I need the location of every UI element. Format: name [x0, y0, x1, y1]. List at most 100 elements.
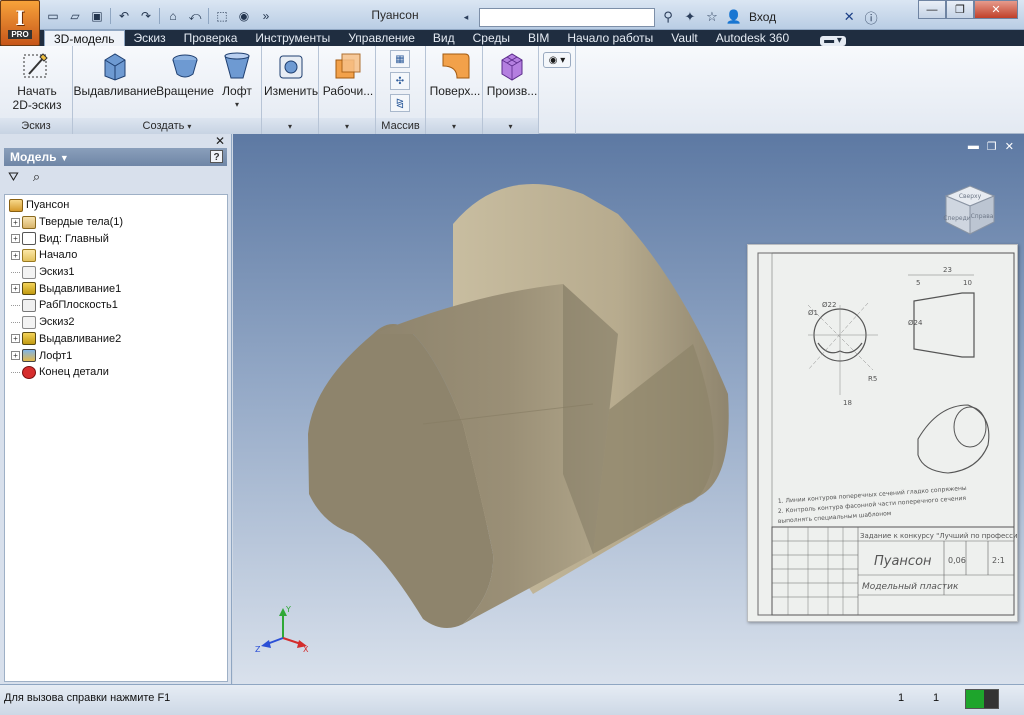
redo-icon[interactable]: ↷: [137, 8, 155, 24]
save-icon[interactable]: ▣: [88, 8, 106, 24]
doc-restore-icon[interactable]: ❐: [987, 140, 997, 153]
modify-panel-dropdown[interactable]: ▾: [262, 118, 318, 134]
ribbon-overflow-button[interactable]: ◉ ▾: [543, 52, 571, 68]
expand-toggle-icon[interactable]: +: [11, 351, 20, 361]
browser-close-icon[interactable]: ✕: [215, 134, 225, 148]
freeform-button[interactable]: Произв...: [485, 50, 539, 98]
svg-text:Задание к конкурсу "Лучший по: Задание к конкурсу "Лучший по профессии …: [860, 532, 1018, 540]
tree-node-label: Эскиз1: [39, 266, 75, 279]
filter-icon[interactable]: ⛛: [8, 169, 19, 185]
signin-label[interactable]: Вход: [749, 10, 776, 24]
tree-node[interactable]: Эскиз2: [5, 314, 227, 331]
tab-view[interactable]: Вид: [424, 30, 464, 46]
window-title: Пуансон: [371, 8, 419, 22]
tab-manage[interactable]: Управление: [339, 30, 424, 46]
work-features-button[interactable]: Рабочи...: [321, 50, 375, 98]
home-icon[interactable]: ⌂: [164, 8, 182, 24]
help-icon[interactable]: ⓘ: [862, 8, 880, 26]
close-button[interactable]: ✕: [974, 0, 1018, 19]
revolve-button[interactable]: Вращение: [155, 50, 215, 98]
graphics-window[interactable]: ▬ ❐ ✕ Сверху Спереди Справа Ø22 Ø24 Ø1 2…: [233, 134, 1024, 684]
part-model-3d[interactable]: [263, 174, 783, 644]
browser-help-button[interactable]: ?: [210, 150, 223, 163]
end-of-part-icon: [22, 365, 36, 379]
ribbon: Начать 2D-эскиз Эскиз Выдавливание Враще…: [0, 46, 1024, 134]
tab-3d-model[interactable]: 3D-модель: [44, 30, 125, 46]
expand-toggle-icon[interactable]: +: [11, 250, 20, 260]
tab-sketch[interactable]: Эскиз: [125, 30, 175, 46]
more-icon[interactable]: »: [257, 8, 275, 24]
model-tree: Пуансон + Твердые тела(1) + Вид: Главный + Нач…: [4, 194, 228, 682]
tree-connector: [11, 304, 20, 306]
create-panel: Выдавливание Вращение Лофт ▾ Создать ▾: [73, 46, 262, 134]
search-expand-icon[interactable]: ◂: [457, 8, 475, 26]
tree-node[interactable]: Эскиз1: [5, 264, 227, 281]
binoculars-search-icon[interactable]: ⚲: [659, 8, 677, 26]
svg-text:23: 23: [943, 266, 952, 274]
maximize-button[interactable]: ❐: [946, 0, 974, 19]
expand-toggle-icon[interactable]: +: [11, 284, 20, 294]
expand-toggle-icon[interactable]: +: [11, 334, 20, 344]
tree-node[interactable]: + Лофт1: [5, 347, 227, 364]
tree-node[interactable]: РабПлоскость1: [5, 297, 227, 314]
expand-toggle-icon[interactable]: +: [11, 217, 20, 227]
undo-icon[interactable]: ↶: [115, 8, 133, 24]
tree-node[interactable]: + Выдавливание2: [5, 331, 227, 348]
memory-meter: [965, 689, 999, 709]
tree-node[interactable]: + Выдавливание1: [5, 280, 227, 297]
browser-header[interactable]: Модель ▼ ?: [4, 148, 227, 166]
material-icon[interactable]: ◉: [235, 8, 253, 24]
extrude-button[interactable]: Выдавливание: [73, 50, 157, 98]
tab-tools[interactable]: Инструменты: [246, 30, 339, 46]
create-panel-label[interactable]: Создать ▾: [73, 118, 261, 134]
tab-bim[interactable]: BIM: [519, 30, 558, 46]
freeform-panel-dropdown[interactable]: ▾: [483, 118, 538, 134]
loft-dropdown-icon[interactable]: ▾: [235, 98, 239, 112]
new-icon[interactable]: ▭: [44, 8, 62, 24]
tab-inspect[interactable]: Проверка: [175, 30, 247, 46]
tab-get-started[interactable]: Начало работы: [558, 30, 662, 46]
loft-icon: [224, 52, 250, 79]
mirror-icon[interactable]: ⧎: [390, 94, 410, 112]
loft-button[interactable]: Лофт ▾: [217, 50, 257, 112]
circular-pattern-icon[interactable]: ✣: [390, 72, 410, 90]
modify-button[interactable]: Изменить: [264, 50, 318, 98]
tree-node[interactable]: + Вид: Главный: [5, 230, 227, 247]
surface-button[interactable]: Поверх...: [428, 50, 482, 98]
open-icon[interactable]: ▱: [66, 8, 84, 24]
tree-node-label: Лофт1: [39, 349, 73, 362]
subscription-icon[interactable]: ✦: [681, 8, 699, 26]
search-input[interactable]: [479, 7, 655, 27]
viewcube[interactable]: Сверху Спереди Справа: [940, 178, 1000, 238]
sketch-icon: [22, 315, 36, 329]
tree-node[interactable]: Пуансон: [5, 197, 227, 214]
select-icon[interactable]: ⬚: [213, 8, 231, 24]
find-binoculars-icon[interactable]: ⌕: [33, 169, 40, 185]
start-2d-sketch-button[interactable]: Начать 2D-эскиз: [8, 50, 66, 112]
rectangular-pattern-icon[interactable]: ▦: [390, 50, 410, 68]
ribbon-minimize-toggle[interactable]: ▬ ▾: [820, 36, 846, 46]
application-menu-button[interactable]: I PRO: [0, 0, 40, 46]
tab-autodesk-360[interactable]: Autodesk 360: [707, 30, 798, 46]
tree-node-label: Твердые тела(1): [39, 216, 124, 229]
user-icon[interactable]: 👤: [725, 8, 743, 26]
toolbar-separator: [110, 8, 111, 24]
minimize-button[interactable]: —: [918, 0, 946, 19]
doc-close-icon[interactable]: ✕: [1005, 140, 1014, 153]
exchange-apps-icon[interactable]: ✕: [840, 8, 858, 26]
surface-panel-dropdown[interactable]: ▾: [426, 118, 482, 134]
browser-grip[interactable]: ✕: [0, 134, 231, 148]
favorites-star-icon[interactable]: ☆: [703, 8, 721, 26]
doc-minimize-icon[interactable]: ▬: [968, 140, 979, 153]
tab-environments[interactable]: Среды: [464, 30, 519, 46]
tree-node[interactable]: + Начало: [5, 247, 227, 264]
revolve-icon: [172, 54, 198, 78]
status-help-text: Для вызова справки нажмите F1: [4, 692, 171, 704]
expand-toggle-icon[interactable]: +: [11, 234, 20, 244]
work-panel-dropdown[interactable]: ▾: [319, 118, 375, 134]
tree-node[interactable]: + Твердые тела(1): [5, 214, 227, 231]
return-icon[interactable]: ⤺: [186, 8, 204, 24]
toolbar-separator: [208, 8, 209, 24]
tab-vault[interactable]: Vault: [662, 30, 706, 46]
tree-node[interactable]: Конец детали: [5, 364, 227, 381]
